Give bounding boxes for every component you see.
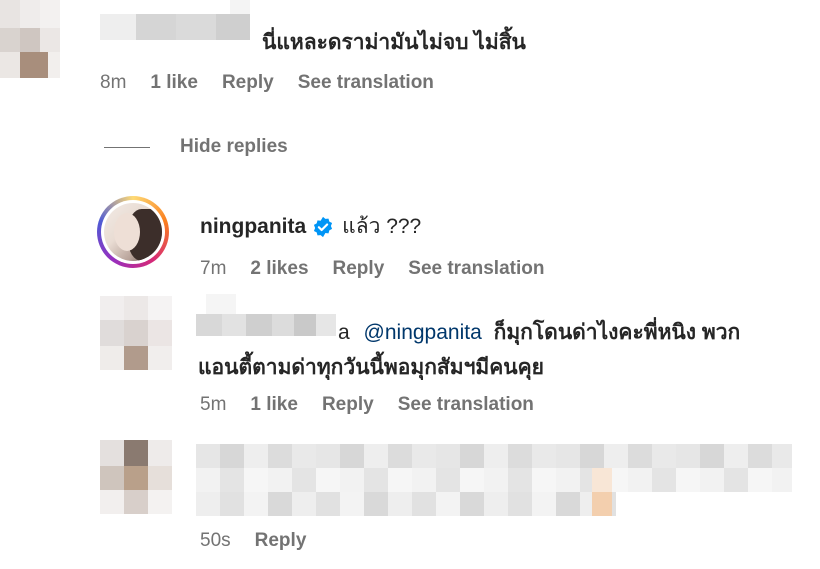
reply-time: 50s [200,530,231,551]
hide-replies-button[interactable]: Hide replies [180,136,312,158]
reply-button[interactable]: Reply [322,394,374,416]
reply-button[interactable]: Reply [255,530,307,552]
reply-meta: 50s Reply [200,530,330,552]
username[interactable]: ningpanita [200,215,306,239]
see-translation-link[interactable]: See translation [298,72,434,94]
reply-meta: 5m 1 like Reply See translation [200,394,558,416]
profile-photo [104,203,162,261]
comment-blurred-3 [196,444,792,518]
reply-line-1: a @ningpanita ก็มุกโดนด่าไงคะพี่หนิง พวก [338,316,740,349]
likes-count[interactable]: 1 like [250,394,298,416]
reply-button[interactable]: Reply [222,72,274,94]
reply-time: 7m [200,258,227,279]
likes-count[interactable]: 1 like [150,72,198,94]
avatar-blurred-1[interactable] [0,0,60,80]
hide-replies-label: Hide replies [180,136,288,157]
verified-badge-icon [314,216,333,237]
reply-button[interactable]: Reply [333,258,385,280]
reply-meta: 7m 2 likes Reply See translation [200,258,568,280]
comment-meta: 8m 1 like Reply See translation [100,72,458,94]
see-translation-link[interactable]: See translation [408,258,544,280]
reply-header: ningpanita แล้ว ??? [200,210,421,243]
username-blurred-1[interactable] [100,0,250,40]
avatar-story-ring-inner [101,200,165,264]
see-translation-link[interactable]: See translation [398,394,534,416]
username-blurred-2[interactable] [196,294,336,336]
avatar-ningpanita[interactable] [97,196,169,268]
mention-link[interactable]: @ningpanita [364,321,482,344]
avatar-blurred-2[interactable] [100,296,172,372]
comment-time: 8m [100,72,127,93]
comment-text: นี่แหละดราม่ามันไม่จบ ไม่สิ้น [262,31,526,54]
likes-count[interactable]: 2 likes [250,258,308,280]
reply-text: แล้ว ??? [342,215,422,238]
reply-text-line-1: ก็มุกโดนด่าไงคะพี่หนิง พวก [493,321,741,344]
replies-divider-line [104,147,150,148]
reply-text-prefix: a [338,321,350,344]
reply-text-line-2: แอนตี้ตามด่าทุกวันนี้พอมุกสัมฯมีคนคุย [198,356,544,379]
avatar-blurred-3[interactable] [100,440,172,516]
reply-time: 5m [200,394,227,415]
